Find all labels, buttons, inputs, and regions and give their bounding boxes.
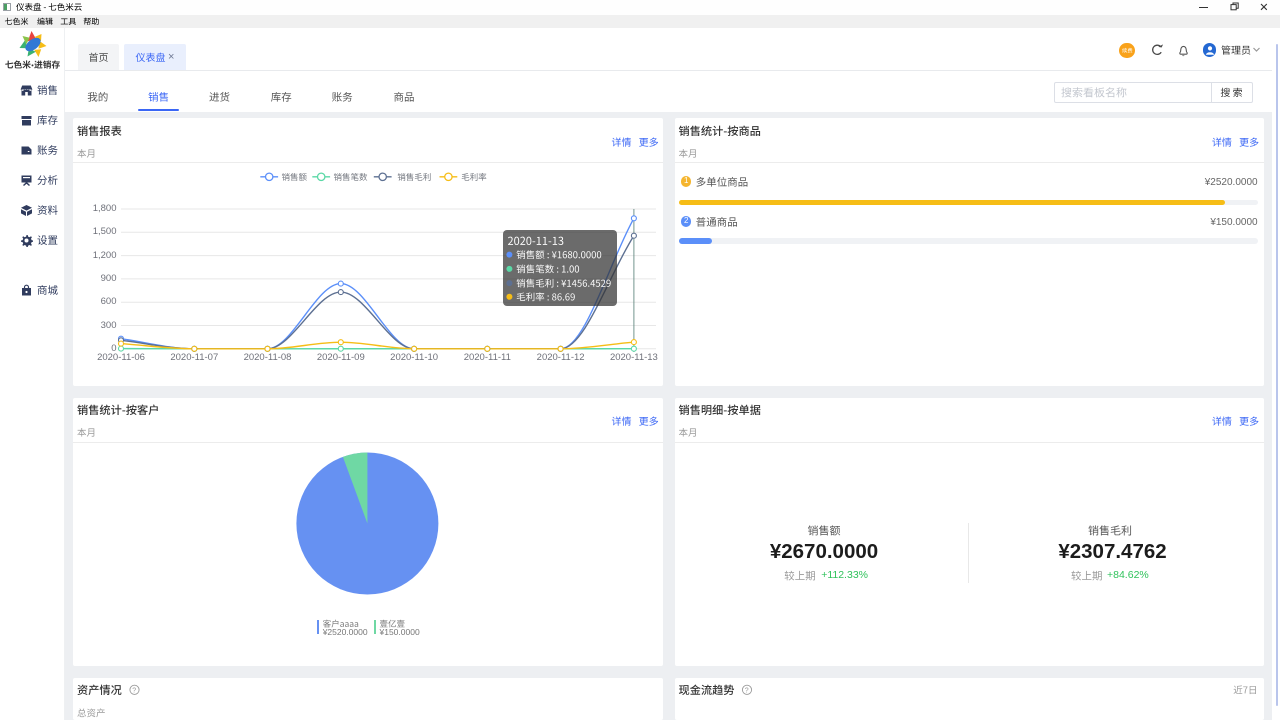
svg-text:?: ? bbox=[745, 687, 749, 694]
svg-text:?: ? bbox=[132, 687, 136, 694]
